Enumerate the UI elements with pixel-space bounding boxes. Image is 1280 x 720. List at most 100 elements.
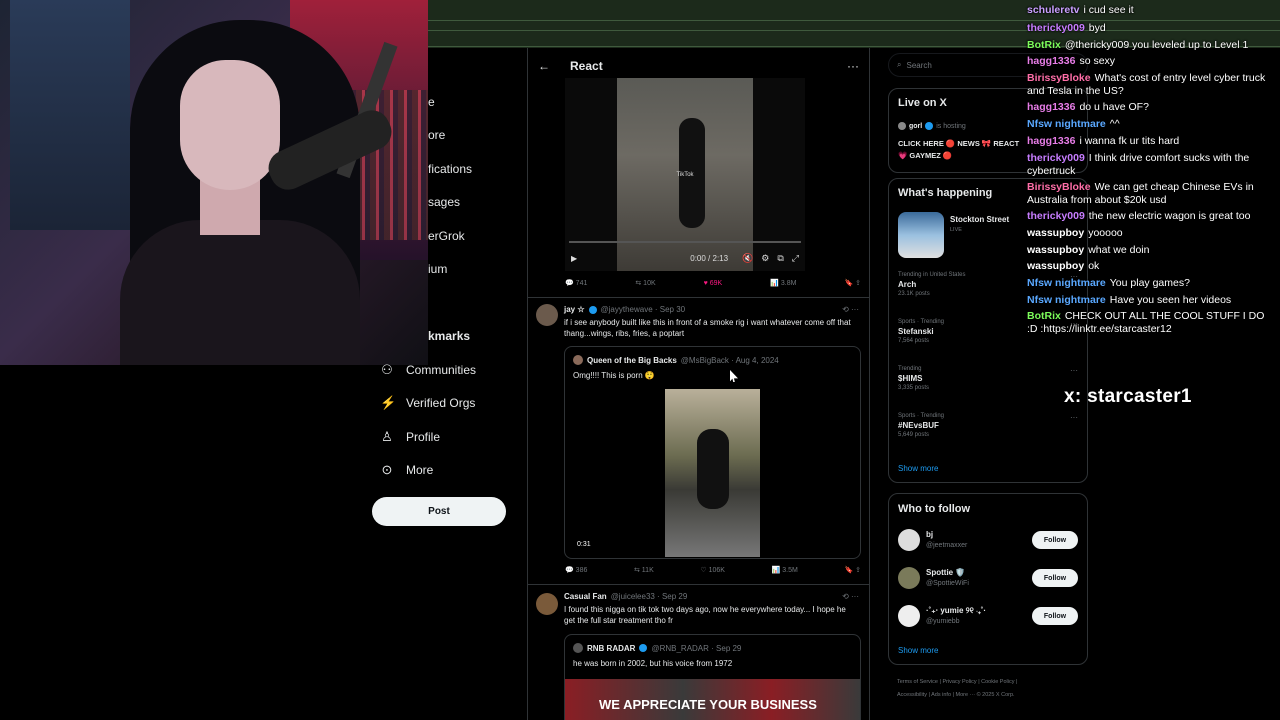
trend-item[interactable]: Trending $HIMS 3,335 posts ··· <box>898 366 1078 391</box>
featured-status: LIVE <box>950 227 962 233</box>
profile-icon: ♙ <box>381 429 393 444</box>
mute-icon[interactable]: 🔇 <box>742 253 753 264</box>
follow-button[interactable]: Follow <box>1032 569 1078 587</box>
quote-author-name: RNB RADAR <box>587 643 636 653</box>
featured-thumbnail[interactable] <box>898 212 944 258</box>
more-options-icon[interactable]: ··· <box>1070 366 1078 375</box>
tweet-author-name[interactable]: jay ☆ <box>564 305 585 314</box>
chat-message: Nfsw nightmare You play games? <box>1027 277 1277 290</box>
divider <box>528 297 869 298</box>
more-options-icon[interactable]: ··· <box>1070 413 1078 422</box>
fullscreen-icon[interactable]: ⤢ <box>792 253 799 264</box>
grok-and-more-icons[interactable]: ⟲ ··· <box>842 592 859 601</box>
avatar[interactable] <box>536 593 558 615</box>
host-suffix: is hosting <box>936 122 966 130</box>
like-count: 69K <box>709 279 723 287</box>
chat-message: hagg1336 do u have OF? <box>1027 101 1277 114</box>
verified-badge-icon <box>925 122 934 130</box>
settings-icon[interactable]: ⚙ <box>761 253 769 264</box>
more-options-icon[interactable]: ··· <box>847 59 859 73</box>
tiktok-watermark: TikTok <box>676 172 694 178</box>
quote-video[interactable] <box>665 389 760 557</box>
panel-title: What's happening <box>898 187 993 199</box>
live-title[interactable]: CLICK HERE 🔴 NEWS 🎀 REACT <box>898 139 1019 148</box>
avatar[interactable] <box>898 567 920 589</box>
follow-suggestion[interactable]: Spottie 🛡️ @SpottieWiFi Follow <box>898 567 1078 593</box>
nav-item-bookmarks[interactable]: kmarks <box>428 329 470 343</box>
chat-text: @thericky009 you leveled up to Level 1 <box>1064 39 1249 51</box>
video-player[interactable]: TikTok ▶ 0:00 / 2:13 🔇 ⚙ ⧉ ⤢ <box>565 78 805 271</box>
follow-button[interactable]: Follow <box>1032 607 1078 625</box>
chat-text: i cud see it <box>1083 4 1134 16</box>
quoted-tweet[interactable]: Queen of the Big Backs @MsBigBack · Aug … <box>564 346 861 559</box>
show-more-link[interactable]: Show more <box>898 464 938 473</box>
post-button[interactable]: Post <box>372 497 506 526</box>
nav-item-communities[interactable]: ⚇ Communities <box>380 362 476 378</box>
nav-item-more[interactable]: ⊙ More <box>380 462 434 478</box>
featured-name[interactable]: Stockton Street <box>950 215 1009 224</box>
avatar[interactable] <box>898 605 920 627</box>
video-progress-bar[interactable] <box>569 241 801 243</box>
nav-item-premium[interactable]: ium <box>428 262 447 276</box>
chat-username: hagg1336 <box>1027 101 1076 113</box>
bookmark-icon[interactable]: 🔖 <box>844 567 853 574</box>
follow-button[interactable]: Follow <box>1032 531 1078 549</box>
more-circle-icon: ⊙ <box>381 462 393 477</box>
tweet-actions: 💬 386 ⇆ 11K ♡ 106K 📊 3.5M 🔖 ⇪ <box>565 566 861 574</box>
user-name: Spottie 🛡️ <box>926 568 966 577</box>
tweet-author-name[interactable]: Casual Fan <box>564 592 607 601</box>
reply-button[interactable]: 💬 741 <box>565 279 587 287</box>
nav-item-explore[interactable]: ore <box>428 128 445 142</box>
nav-item-notifications[interactable]: fications <box>428 162 472 176</box>
play-icon[interactable]: ▶ <box>571 254 577 263</box>
nav-item-profile[interactable]: ♙ Profile <box>380 429 440 445</box>
reply-button[interactable]: 💬 386 <box>565 566 587 574</box>
chat-username: BotRix <box>1027 310 1061 322</box>
live-host[interactable]: gorl is hosting <box>898 122 966 130</box>
show-more-link[interactable]: Show more <box>898 646 938 655</box>
quoted-tweet[interactable]: RNB RADAR @RNB_RADAR · Sep 29 he was bor… <box>564 634 861 720</box>
like-button[interactable]: ♡ 106K <box>700 566 725 574</box>
chat-username: wassupboy <box>1027 260 1085 272</box>
nav-label: Communities <box>406 363 477 377</box>
user-name: ·˚₊‧ yumie ୨୧ ‧₊˚· <box>926 606 987 615</box>
avatar[interactable] <box>898 529 920 551</box>
like-button[interactable]: ♥ 69K <box>704 280 723 287</box>
repost-button[interactable]: ⇆ 10K <box>635 279 655 287</box>
footer-links[interactable]: Accessibility | Ads info | More ··· © 20… <box>897 692 1015 698</box>
trend-label: Trending <box>898 366 922 372</box>
chat-username: Nfsw nightmare <box>1027 118 1106 130</box>
tweet-author-handle[interactable]: @jayythewave · Sep 30 <box>601 305 686 314</box>
footer-links[interactable]: Terms of Service | Privacy Policy | Cook… <box>897 679 1017 685</box>
chat-text: the new electric wagon is great too <box>1088 210 1251 222</box>
nav-item-messages[interactable]: sages <box>428 195 460 209</box>
chat-text: what we doin <box>1088 244 1150 256</box>
tweet-author-handle[interactable]: @juicelee33 · Sep 29 <box>611 592 688 601</box>
view-count: 3.5M <box>782 567 798 574</box>
repost-button[interactable]: ⇆ 11K <box>634 566 654 574</box>
avatar[interactable] <box>536 304 558 326</box>
follow-suggestion[interactable]: bj @jeetmaxxer Follow <box>898 529 1078 555</box>
share-icon[interactable]: ⇪ <box>855 567 861 574</box>
quote-image[interactable]: WE APPRECIATE YOUR BUSINESS <box>565 679 860 720</box>
nav-item-verified-orgs[interactable]: ⚡ Verified Orgs <box>380 395 475 411</box>
tweet-header: Casual Fan @juicelee33 · Sep 29 <box>564 592 687 601</box>
verified-badge-icon <box>588 305 597 314</box>
chat-message: wassupboy ok <box>1027 260 1277 273</box>
chat-username: wassupboy <box>1027 244 1085 256</box>
pip-icon[interactable]: ⧉ <box>777 253 783 264</box>
views-button[interactable]: 📊 3.5M <box>772 566 798 574</box>
views-button[interactable]: 📊 3.8M <box>770 279 796 287</box>
back-arrow-icon[interactable]: ← <box>538 59 550 73</box>
grok-and-more-icons[interactable]: ⟲ ··· <box>842 305 859 314</box>
nav-item-home[interactable]: e <box>428 95 435 109</box>
follow-suggestion[interactable]: ·˚₊‧ yumie ୨୧ ‧₊˚· @yumiebb Follow <box>898 605 1078 631</box>
bookmark-icon[interactable]: 🔖 <box>844 280 853 287</box>
trend-item[interactable]: Sports · Trending #NEvsBUF 5,649 posts ·… <box>898 413 1078 438</box>
chat-username: BirissyBloke <box>1027 181 1091 193</box>
share-icon[interactable]: ⇪ <box>855 280 861 287</box>
live-title-2[interactable]: 💗 GAYMEZ 🔴 <box>898 151 952 160</box>
nav-item-supergrok[interactable]: erGrok <box>428 229 465 243</box>
user-handle: @yumiebb <box>926 618 960 625</box>
chat-message: BotRix CHECK OUT ALL THE COOL STUFF I DO … <box>1027 310 1277 336</box>
